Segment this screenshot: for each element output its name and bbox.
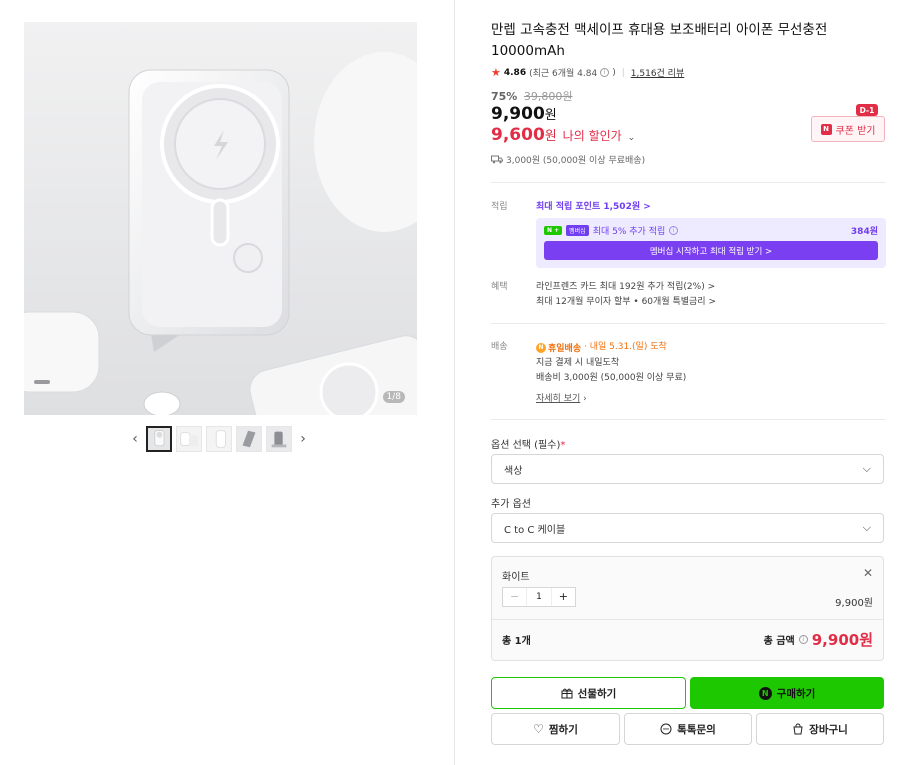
thumbnail-strip: ‹ › — [128, 426, 310, 452]
delivery-details-link[interactable]: 자세히 보기 › — [536, 391, 587, 404]
info-icon[interactable]: i — [600, 68, 610, 77]
cart-button[interactable]: 장바구니 — [756, 713, 884, 745]
discount-row: 75% 39,800원 — [491, 88, 572, 104]
thumbnail-4[interactable] — [236, 426, 262, 452]
close-icon[interactable]: ✕ — [863, 566, 873, 580]
quantity-stepper: − 1 + — [502, 587, 576, 607]
rating-value: 4.86 — [503, 67, 527, 78]
info-icon[interactable]: i — [669, 226, 679, 235]
divider — [491, 419, 886, 420]
points-label: 적립 — [491, 202, 508, 212]
increase-button[interactable]: + — [552, 588, 575, 606]
chevron-down-icon: ⌵ — [862, 521, 871, 534]
membership-info: N + 멤버십 최대 5% 추가 적립 i — [544, 224, 679, 237]
sale-price: 9,900원 — [491, 104, 557, 124]
image-counter: 1/8 — [382, 391, 405, 403]
thumbnail-1[interactable] — [146, 426, 172, 452]
my-price-label: 나의 할인가 — [562, 129, 622, 143]
total-amount: 총 금액 i 9,900원 — [763, 631, 873, 649]
decrease-button[interactable]: − — [503, 588, 526, 606]
divider — [491, 323, 886, 324]
star-icon: ★ — [491, 66, 501, 79]
chevron-down-icon: ⌄ — [627, 133, 636, 143]
option-required-label: 옵션 선택 (필수)* — [491, 440, 566, 451]
chat-icon — [660, 723, 672, 735]
truck-icon — [491, 155, 503, 164]
extra-option-select[interactable]: C to C 케이블 ⌵ — [491, 513, 884, 543]
delivery-arrival: N 휴일배송 · 내일 5.31.(일) 도착 — [536, 339, 667, 354]
total-value: 9,900원 — [811, 631, 873, 649]
info-icon[interactable]: i — [798, 635, 808, 644]
naver-plus-icon: N + — [544, 226, 563, 235]
column-divider — [454, 0, 455, 765]
selected-option-name: 화이트 — [502, 572, 530, 583]
membership-start-button[interactable]: 멤버십 시작하고 최대 적립 받기 > — [544, 241, 878, 260]
shipping-brief: 3,000원 (50,000원 이상 무료배송) — [491, 153, 645, 166]
coupon-icon: N — [820, 123, 832, 135]
max-points-link[interactable]: 최대 적립 포인트 1,502원 > — [536, 199, 651, 212]
thumbnail-2[interactable] — [176, 426, 202, 452]
delivery-clock-icon: N — [536, 342, 546, 353]
thumbnail-5[interactable] — [266, 426, 292, 452]
naver-pay-icon: N — [758, 686, 772, 700]
heart-icon: ♡ — [533, 722, 544, 736]
total-count: 총 1개 — [502, 636, 531, 647]
thumbnail-3[interactable] — [206, 426, 232, 452]
membership-box: N + 멤버십 최대 5% 추가 적립 i 384원 멤버십 시작하고 최대 적… — [536, 218, 886, 268]
shopping-bag-icon — [793, 723, 803, 735]
rating-recent: (최근 6개월 4.84 — [529, 69, 598, 79]
quantity-value[interactable]: 1 — [526, 588, 552, 606]
divider — [491, 182, 886, 183]
dday-badge: D-1 — [856, 104, 878, 116]
thumb-next-chevron-icon[interactable]: › — [296, 426, 310, 452]
product-title: 만렙 고속충전 맥세이프 휴대용 보조배터리 아이폰 무선충전 10000mAh — [491, 22, 828, 59]
membership-points: 384원 — [850, 227, 878, 237]
review-count-link[interactable]: 1,516건 리뷰 — [631, 66, 684, 79]
gift-button[interactable]: 선물하기 — [491, 677, 686, 709]
product-photo — [24, 22, 417, 415]
gift-icon — [561, 688, 573, 699]
card-benefit-link[interactable]: 라인프렌즈 카드 최대 192원 추가 적립(2%) > — [536, 279, 715, 292]
buy-button[interactable]: N 구매하기 — [690, 677, 884, 709]
benefits-label: 혜택 — [491, 282, 508, 292]
coupon-button[interactable]: N 쿠폰 받기 — [811, 116, 885, 142]
discount-rate: 75% — [491, 90, 518, 103]
selected-option-box: 화이트 ✕ − 1 + 9,900원 총 1개 총 금액 i 9,900원 — [491, 556, 884, 661]
product-main-image[interactable]: 1/8 — [24, 22, 417, 415]
delivery-today-note: 지금 결제 시 내일도착 — [536, 358, 620, 368]
talk-inquiry-button[interactable]: 톡톡문의 — [624, 713, 752, 745]
selected-option-price: 9,900원 — [835, 598, 873, 609]
holiday-delivery-badge: N 휴일배송 — [536, 341, 581, 354]
extra-option-label: 추가 옵션 — [491, 499, 531, 510]
thumb-prev-chevron-icon[interactable]: ‹ — [128, 426, 142, 452]
chevron-down-icon: ⌵ — [862, 462, 871, 475]
delivery-label: 배송 — [491, 342, 508, 352]
color-select[interactable]: 색상 ⌵ — [491, 454, 884, 484]
my-discount-price[interactable]: 9,600원 나의 할인가 ⌄ — [491, 125, 635, 145]
installment-benefit-link[interactable]: 최대 12개월 무이자 할부 • 60개월 특별금리 > — [536, 294, 716, 307]
membership-badge: 멤버십 — [566, 225, 589, 236]
wish-button[interactable]: ♡ 찜하기 — [491, 713, 620, 745]
original-price: 39,800원 — [523, 90, 573, 103]
chevron-right-icon: › — [583, 394, 587, 404]
delivery-fee: 배송비 3,000원 (50,000원 이상 무료) — [536, 373, 687, 383]
rating-row: ★ 4.86 (최근 6개월 4.84 i) | 1,516건 리뷰 — [491, 66, 685, 79]
